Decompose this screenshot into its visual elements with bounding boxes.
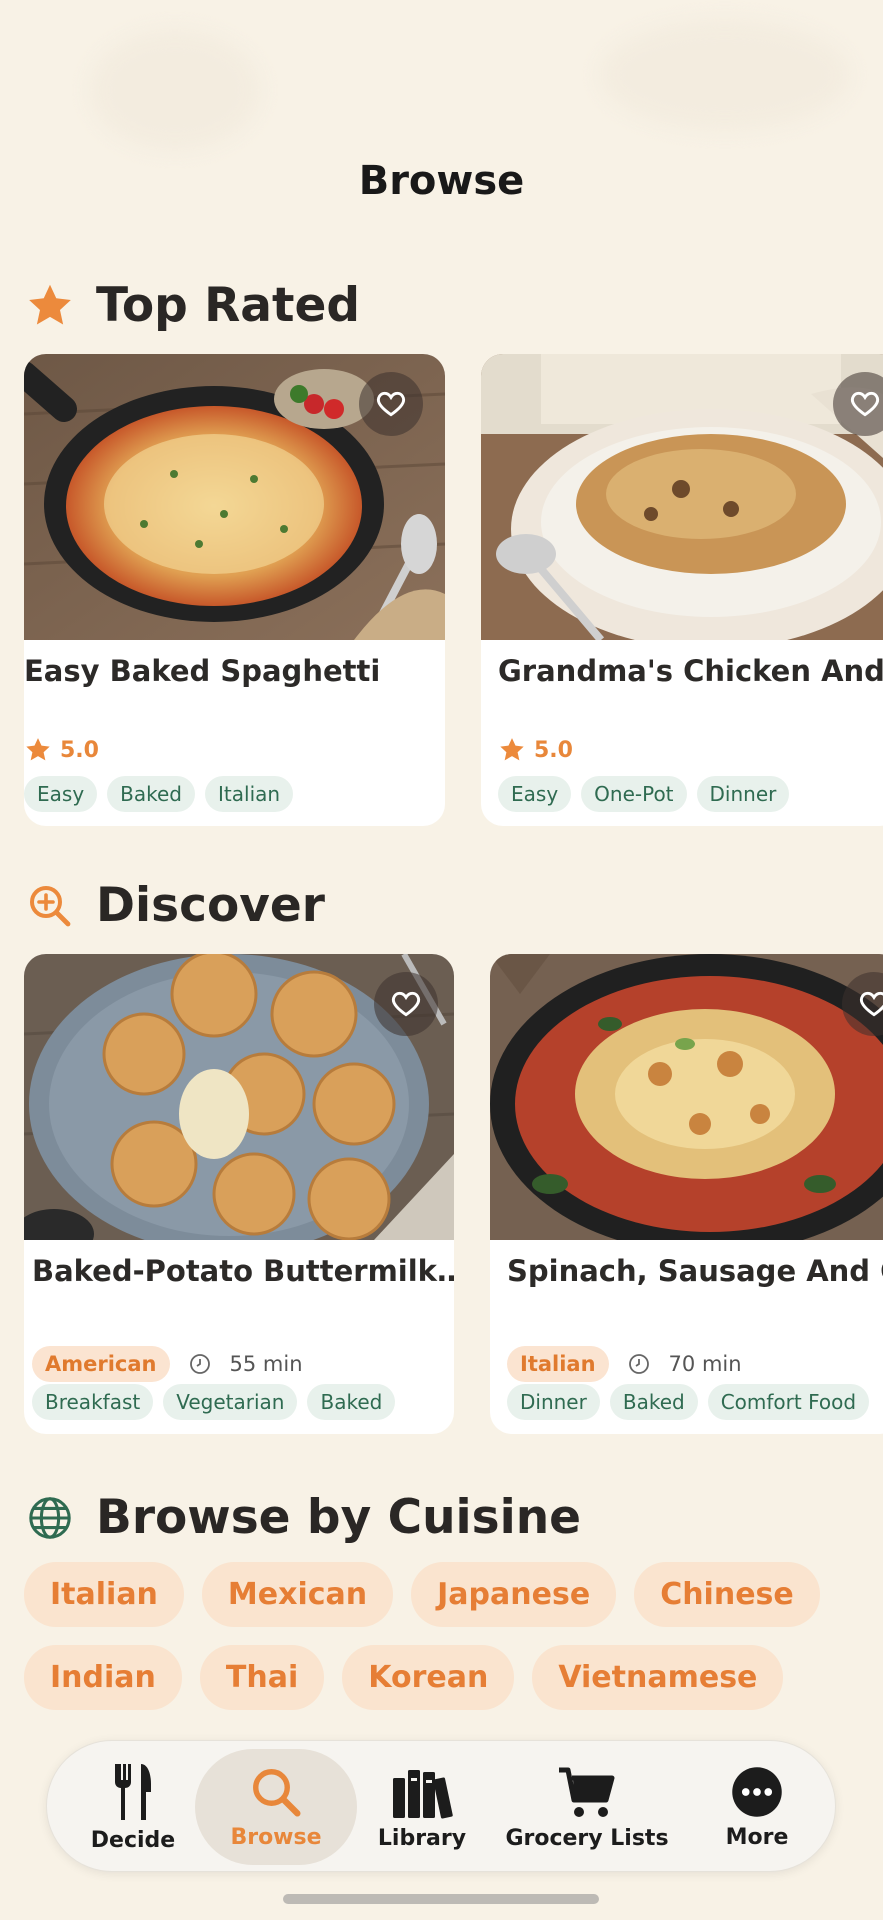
rating-value: 5.0	[60, 737, 99, 763]
heart-icon	[859, 991, 883, 1017]
tag-list: Easy One-Pot Dinner	[498, 776, 790, 812]
section-title: Discover	[96, 878, 325, 933]
tag: Dinner	[696, 776, 790, 812]
tag-list: Easy Baked Italian	[24, 776, 294, 812]
star-icon	[24, 280, 76, 332]
tag: Breakfast	[32, 1384, 154, 1420]
cuisine-pill[interactable]: Indian	[24, 1645, 182, 1710]
tag: Comfort Food	[707, 1384, 870, 1420]
tab-library[interactable]: Library	[367, 1741, 477, 1873]
recipe-name: Baked-Potato Buttermilk…	[32, 1254, 454, 1288]
tag: Baked	[609, 1384, 698, 1420]
star-icon	[500, 738, 524, 761]
recipe-photo	[490, 954, 883, 1240]
top-rated-header: Top Rated	[24, 278, 360, 333]
clock-icon	[189, 1354, 210, 1374]
cuisine-badge: Italian	[507, 1346, 609, 1382]
background-blob	[90, 30, 260, 150]
star-icon	[26, 738, 50, 761]
cuisine-pill[interactable]: Chinese	[634, 1562, 820, 1627]
tag: Baked	[307, 1384, 396, 1420]
cuisine-pill[interactable]: Mexican	[201, 1562, 394, 1627]
discover-carousel[interactable]: Baked-Potato Buttermilk… American 55 min…	[0, 954, 883, 1434]
cuisine-pill[interactable]: Thai	[199, 1645, 325, 1710]
cart-icon	[559, 1767, 615, 1817]
recipe-card[interactable]: Grandma's Chicken And I 5.0 Easy One-Pot…	[481, 354, 883, 826]
clock-icon	[628, 1354, 649, 1374]
section-title: Browse by Cuisine	[96, 1490, 582, 1545]
tab-label: Browse	[230, 1824, 322, 1850]
page-title: Browse	[358, 158, 525, 204]
tab-decide[interactable]: Decide	[87, 1741, 179, 1873]
background-blob	[600, 20, 850, 130]
tag: One-Pot	[581, 776, 687, 812]
cuisine-pill-grid: Italian Mexican Japanese Chinese Indian …	[24, 1562, 864, 1728]
globe-icon	[24, 1492, 76, 1544]
tag: Easy	[24, 776, 98, 812]
tag-list: Breakfast Vegetarian Baked	[32, 1384, 396, 1420]
recipe-name: Grandma's Chicken And I	[498, 654, 883, 688]
recipe-rating: 5.0	[498, 736, 573, 764]
recipe-rating: 5.0	[24, 736, 99, 764]
heart-icon	[376, 391, 406, 417]
cuisine-pill[interactable]: Korean	[342, 1645, 515, 1710]
cuisine-pill-row: Italian Mexican Japanese Chinese	[24, 1562, 864, 1627]
tab-label: Decide	[90, 1827, 176, 1853]
home-indicator[interactable]	[283, 1894, 599, 1904]
books-icon	[393, 1769, 453, 1819]
tag: Dinner	[507, 1384, 600, 1420]
section-title: Top Rated	[96, 278, 361, 333]
recipe-card[interactable]: Spinach, Sausage And C Italian 70 min Di…	[490, 954, 883, 1434]
tab-label: Library	[377, 1825, 467, 1851]
tag: Baked	[107, 776, 196, 812]
tag: Vegetarian	[163, 1384, 298, 1420]
favorite-button[interactable]	[359, 372, 423, 436]
tab-more[interactable]: More	[707, 1741, 807, 1873]
tab-label: More	[725, 1824, 789, 1850]
heart-icon	[850, 391, 880, 417]
recipe-meta: American 55 min	[32, 1346, 303, 1382]
tag: Italian	[205, 776, 294, 812]
tab-browse[interactable]: Browse	[205, 1741, 347, 1873]
search-icon	[253, 1768, 301, 1817]
discover-search-icon	[24, 880, 76, 932]
recipe-card[interactable]: Easy Baked Spaghetti 5.0 Easy Baked Ital…	[24, 354, 445, 826]
cuisine-pill[interactable]: Italian	[24, 1562, 184, 1627]
cuisine-pill-row: Indian Thai Korean Vietnamese	[24, 1645, 864, 1710]
tab-label: Grocery Lists	[505, 1825, 669, 1851]
heart-icon	[391, 991, 421, 1017]
browse-by-cuisine-header: Browse by Cuisine	[24, 1490, 581, 1545]
tag: Easy	[498, 776, 572, 812]
recipe-card[interactable]: Baked-Potato Buttermilk… American 55 min…	[24, 954, 454, 1434]
tag-list: Dinner Baked Comfort Food	[507, 1384, 870, 1420]
favorite-button[interactable]	[374, 972, 438, 1036]
recipe-name: Easy Baked Spaghetti	[24, 654, 381, 688]
cuisine-pill[interactable]: Japanese	[411, 1562, 617, 1627]
cuisine-badge: American	[32, 1346, 170, 1382]
recipe-photo	[481, 354, 883, 640]
recipe-name: Spinach, Sausage And C	[507, 1254, 883, 1288]
more-icon	[732, 1766, 782, 1817]
fork-knife-icon	[115, 1763, 151, 1820]
recipe-meta: Italian 70 min	[507, 1346, 742, 1382]
tab-bar: Decide Browse Library Grocery Lists More	[46, 1740, 836, 1872]
discover-header: Discover	[24, 878, 325, 933]
top-rated-carousel[interactable]: Easy Baked Spaghetti 5.0 Easy Baked Ital…	[0, 354, 883, 834]
cook-time: 55 min	[229, 1352, 303, 1376]
tab-grocery-lists[interactable]: Grocery Lists	[497, 1741, 677, 1873]
cook-time: 70 min	[668, 1352, 742, 1376]
cuisine-pill[interactable]: Vietnamese	[532, 1645, 784, 1710]
rating-value: 5.0	[534, 737, 573, 763]
